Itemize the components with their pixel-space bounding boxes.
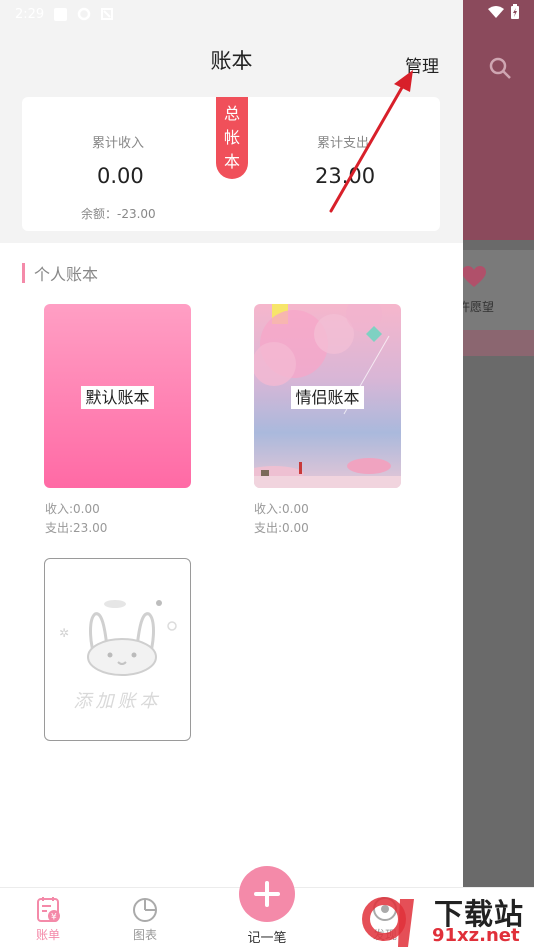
add-record-label: 记一笔 — [247, 931, 287, 946]
nav-item-bill[interactable]: ¥ 账单 — [18, 888, 78, 943]
nav-item-chart[interactable]: 图表 — [115, 888, 175, 943]
plus-icon — [254, 881, 280, 907]
battery-icon — [511, 4, 519, 19]
annotation-arrow — [329, 70, 413, 213]
watermark-logo — [362, 897, 414, 947]
wifi-icon — [488, 6, 504, 18]
add-record-button[interactable] — [239, 866, 295, 922]
system-icons — [488, 4, 520, 20]
svg-text:¥: ¥ — [51, 913, 57, 923]
nav-label: 图表 — [132, 928, 157, 942]
nav-label: 账单 — [35, 928, 60, 942]
chart-icon — [133, 898, 157, 922]
site-watermark: 下载站 91xz.net — [362, 889, 534, 950]
watermark-url: 91xz.net — [432, 925, 520, 946]
bill-icon: ¥ — [37, 897, 60, 923]
